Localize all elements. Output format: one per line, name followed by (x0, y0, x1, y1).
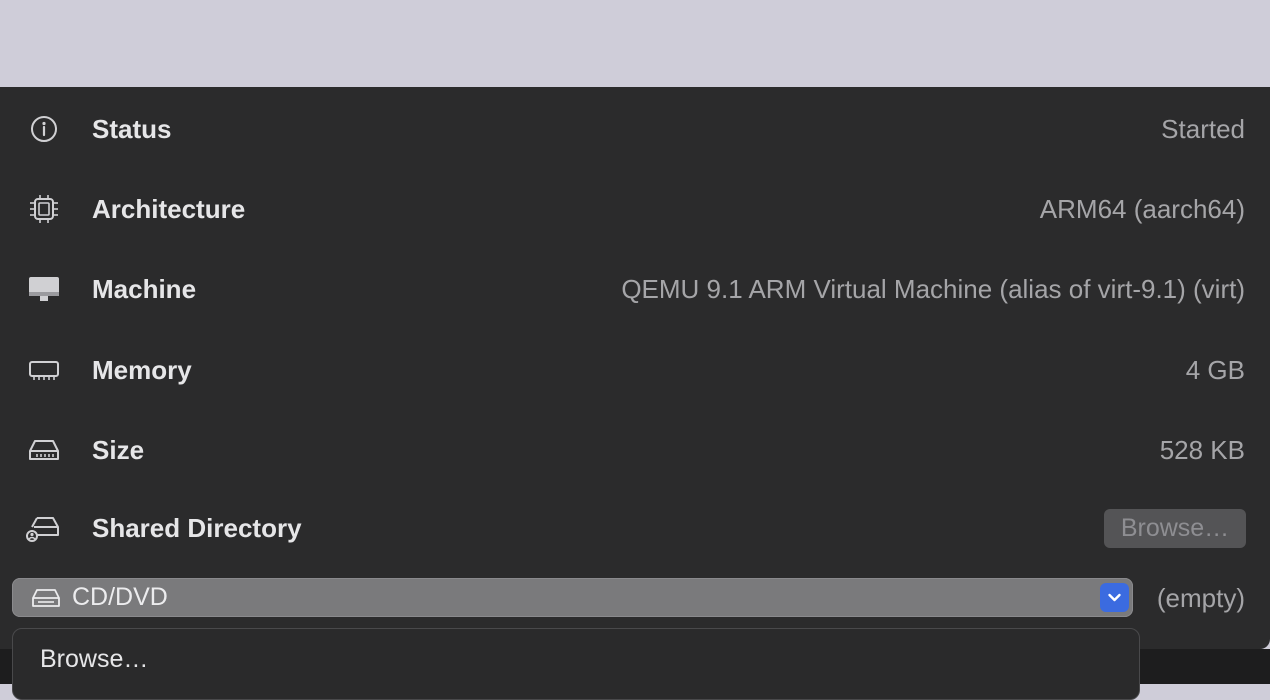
cpu-icon (26, 193, 62, 225)
monitor-icon (26, 273, 62, 305)
memory-label: Memory (92, 355, 192, 385)
window-top-area (0, 0, 1270, 87)
memory-icon (26, 354, 62, 386)
cd-dvd-menu: Browse… (12, 628, 1140, 700)
row-machine: Machine QEMU 9.1 ARM Virtual Machine (al… (0, 259, 1270, 319)
drive-icon (26, 434, 62, 466)
row-size: Size 528 KB (0, 420, 1270, 480)
machine-value: QEMU 9.1 ARM Virtual Machine (alias of v… (621, 274, 1245, 304)
size-value: 528 KB (1159, 435, 1245, 465)
status-label: Status (92, 114, 172, 144)
cd-dvd-dropdown[interactable]: CD/DVD (12, 578, 1133, 617)
memory-value: 4 GB (1185, 355, 1245, 385)
menu-item-browse[interactable]: Browse… (40, 645, 148, 674)
machine-label: Machine (92, 274, 197, 304)
row-memory: Memory 4 GB (0, 340, 1270, 400)
chevron-down-icon[interactable] (1100, 583, 1129, 612)
cd-dvd-value: (empty) (1156, 583, 1245, 613)
disc-drive-icon (30, 584, 62, 612)
shared-directory-browse-button[interactable]: Browse… (1104, 509, 1246, 548)
architecture-value: ARM64 (aarch64) (1039, 194, 1245, 224)
architecture-label: Architecture (92, 194, 246, 224)
cd-dvd-label: CD/DVD (72, 583, 168, 611)
shared-drive-icon (26, 512, 62, 544)
size-label: Size (92, 435, 145, 465)
row-status: Status Started (0, 99, 1270, 159)
info-icon (26, 113, 62, 145)
row-shared-directory: Shared Directory Browse… (0, 498, 1270, 558)
status-value: Started (1161, 114, 1245, 144)
row-architecture: Architecture ARM64 (aarch64) (0, 179, 1270, 239)
shared-directory-label: Shared Directory (92, 513, 302, 543)
